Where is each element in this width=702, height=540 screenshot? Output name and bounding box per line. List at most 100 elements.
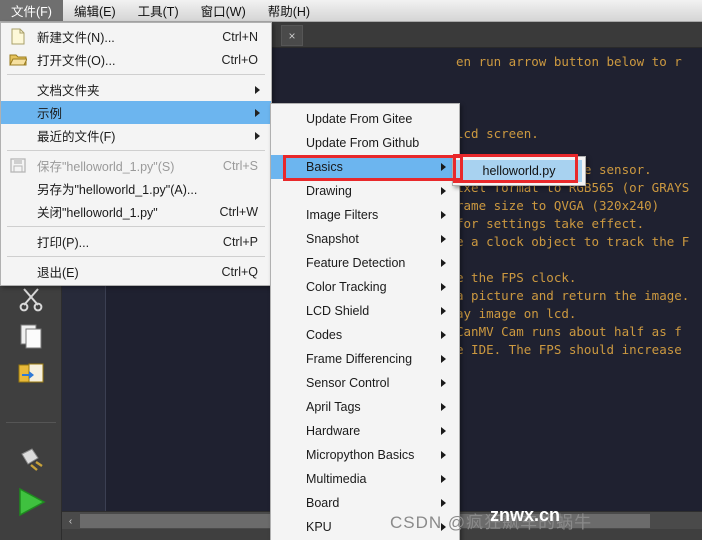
submenu-item-hardware[interactable]: Hardware bbox=[271, 419, 459, 443]
submenu-item-frame-differencing[interactable]: Frame Differencing bbox=[271, 347, 459, 371]
submenu-item-label: Snapshot bbox=[306, 232, 359, 246]
submenu-item-label: Update From Github bbox=[306, 136, 420, 150]
menu-separator bbox=[7, 226, 265, 227]
menu-item-label: 最近的文件(F) bbox=[37, 130, 116, 144]
submenu-item-label: Frame Differencing bbox=[306, 352, 413, 366]
comment-line: e a clock object to track the F bbox=[456, 234, 690, 249]
menu-item-label: 文档文件夹 bbox=[37, 84, 100, 98]
chevron-right-icon bbox=[441, 499, 446, 507]
menu-item-label: 关闭"helloworld_1.py" bbox=[37, 206, 158, 220]
submenu-item-update-from-gitee[interactable]: Update From Gitee bbox=[271, 107, 459, 131]
menu-item-exit[interactable]: 退出(E) Ctrl+Q bbox=[1, 260, 271, 283]
submenu-item-helloworld-py[interactable]: helloworld.py bbox=[456, 160, 582, 182]
menu-item-accel: Ctrl+S bbox=[222, 158, 258, 173]
submenu-item-micropython-basics[interactable]: Micropython Basics bbox=[271, 443, 459, 467]
menu-item-documents-folder[interactable]: 文档文件夹 bbox=[1, 78, 271, 101]
submenu-item-label: Board bbox=[306, 496, 340, 510]
menu-file[interactable]: 文件(F) bbox=[0, 0, 63, 21]
chevron-right-icon bbox=[441, 475, 446, 483]
submenu-item-drawing[interactable]: Drawing bbox=[271, 179, 459, 203]
menu-item-new-file[interactable]: 新建文件(N)... Ctrl+N bbox=[1, 25, 271, 48]
submenu-item-april-tags[interactable]: April Tags bbox=[271, 395, 459, 419]
submenu-item-codes[interactable]: Codes bbox=[271, 323, 459, 347]
menu-item-open-file[interactable]: 打开文件(O)... Ctrl+O bbox=[1, 48, 271, 71]
chevron-right-icon bbox=[255, 85, 260, 94]
chevron-right-icon bbox=[255, 108, 260, 117]
submenu-item-lcd-shield[interactable]: LCD Shield bbox=[271, 299, 459, 323]
chevron-right-icon bbox=[441, 355, 446, 363]
menu-item-label: 示例 bbox=[37, 107, 63, 121]
menu-item-close-file[interactable]: 关闭"helloworld_1.py" Ctrl+W bbox=[1, 200, 271, 223]
chevron-right-icon bbox=[441, 235, 446, 243]
menu-item-accel: Ctrl+P bbox=[222, 234, 258, 249]
submenu-item-feature-detection[interactable]: Feature Detection bbox=[271, 251, 459, 275]
submenu-item-update-from-github[interactable]: Update From Github bbox=[271, 131, 459, 155]
chevron-right-icon bbox=[441, 307, 446, 315]
menu-item-examples[interactable]: 示例 bbox=[1, 101, 271, 124]
examples-submenu: Update From Gitee Update From Github Bas… bbox=[270, 103, 460, 540]
menu-separator bbox=[7, 150, 265, 151]
tab-search-results[interactable]: 搜索结果 bbox=[62, 536, 140, 540]
comment-line: e the FPS clock. bbox=[456, 270, 577, 285]
menu-item-save-as[interactable]: 另存为"helloworld_1.py"(A)... bbox=[1, 177, 271, 200]
run-play-icon[interactable] bbox=[13, 484, 49, 520]
menu-item-accel: Ctrl+O bbox=[221, 52, 258, 67]
submenu-item-snapshot[interactable]: Snapshot bbox=[271, 227, 459, 251]
menu-item-accel: Ctrl+N bbox=[222, 29, 258, 44]
chevron-right-icon bbox=[441, 211, 446, 219]
submenu-item-color-tracking[interactable]: Color Tracking bbox=[271, 275, 459, 299]
submenu-item-image-filters[interactable]: Image Filters bbox=[271, 203, 459, 227]
chevron-right-icon bbox=[441, 283, 446, 291]
submenu-item-label: LCD Shield bbox=[306, 304, 370, 318]
menu-bar: 文件(F) 编辑(E) 工具(T) 窗口(W) 帮助(H) bbox=[0, 0, 702, 22]
open-folder-icon bbox=[9, 51, 28, 68]
comment-line: en run arrow button below to r bbox=[456, 54, 682, 69]
copy-icon[interactable] bbox=[13, 318, 49, 354]
menu-separator bbox=[7, 256, 265, 257]
submenu-item-multimedia[interactable]: Multimedia bbox=[271, 467, 459, 491]
submenu-item-sensor-control[interactable]: Sensor Control bbox=[271, 371, 459, 395]
close-icon[interactable]: × bbox=[281, 25, 303, 46]
chevron-right-icon bbox=[441, 379, 446, 387]
new-file-icon bbox=[9, 28, 27, 45]
chevron-right-icon bbox=[441, 427, 446, 435]
menu-window[interactable]: 窗口(W) bbox=[190, 0, 257, 21]
menu-item-label: 保存"helloworld_1.py"(S) bbox=[37, 160, 175, 174]
menu-item-accel: Ctrl+Q bbox=[221, 264, 258, 279]
menu-edit[interactable]: 编辑(E) bbox=[63, 0, 127, 21]
comment-line: CanMV Cam runs about half as f bbox=[456, 324, 682, 339]
chevron-right-icon bbox=[441, 403, 446, 411]
menu-item-accel: Ctrl+W bbox=[219, 204, 258, 219]
submenu-item-label: KPU bbox=[306, 520, 332, 534]
menu-item-label: 另存为"helloworld_1.py"(A)... bbox=[37, 183, 198, 197]
menu-separator bbox=[7, 74, 265, 75]
chevron-right-icon bbox=[255, 131, 260, 140]
menu-item-label: 退出(E) bbox=[37, 266, 79, 280]
tab-serial-terminal[interactable]: 串行终端 bbox=[140, 536, 218, 540]
menu-item-label: 打印(P)... bbox=[37, 236, 90, 250]
submenu-item-label: Micropython Basics bbox=[306, 448, 415, 462]
menu-item-recent-files[interactable]: 最近的文件(F) bbox=[1, 124, 271, 147]
basics-submenu: helloworld.py bbox=[452, 156, 586, 186]
chevron-right-icon bbox=[441, 259, 446, 267]
comment-line: rame size to QVGA (320x240) bbox=[456, 198, 660, 213]
comment-line: a picture and return the image. bbox=[456, 288, 690, 303]
submenu-item-label: Basics bbox=[306, 160, 343, 174]
menu-tools[interactable]: 工具(T) bbox=[127, 0, 190, 21]
submenu-item-label: Color Tracking bbox=[306, 280, 387, 294]
submenu-item-label: Multimedia bbox=[306, 472, 367, 486]
submenu-item-label: Feature Detection bbox=[306, 256, 406, 270]
file-dropdown-menu: 新建文件(N)... Ctrl+N 打开文件(O)... Ctrl+O 文档文件… bbox=[0, 22, 272, 286]
scroll-left-arrow-icon[interactable]: ‹ bbox=[62, 512, 79, 530]
menu-item-print[interactable]: 打印(P)... Ctrl+P bbox=[1, 230, 271, 253]
connect-plug-icon[interactable] bbox=[13, 442, 49, 478]
menu-help[interactable]: 帮助(H) bbox=[257, 0, 321, 21]
paste-icon[interactable] bbox=[13, 356, 49, 392]
submenu-item-label: Hardware bbox=[306, 424, 361, 438]
comment-line: e IDE. The FPS should increase bbox=[456, 342, 682, 357]
chevron-right-icon bbox=[441, 187, 446, 195]
canmv-ide-window: 文件(F) 编辑(E) 工具(T) 窗口(W) 帮助(H) × en run a… bbox=[0, 0, 702, 540]
watermark-overlay-text: znwx.cn bbox=[490, 505, 561, 525]
submenu-item-basics[interactable]: Basics bbox=[271, 155, 459, 179]
save-disk-icon bbox=[9, 157, 27, 174]
